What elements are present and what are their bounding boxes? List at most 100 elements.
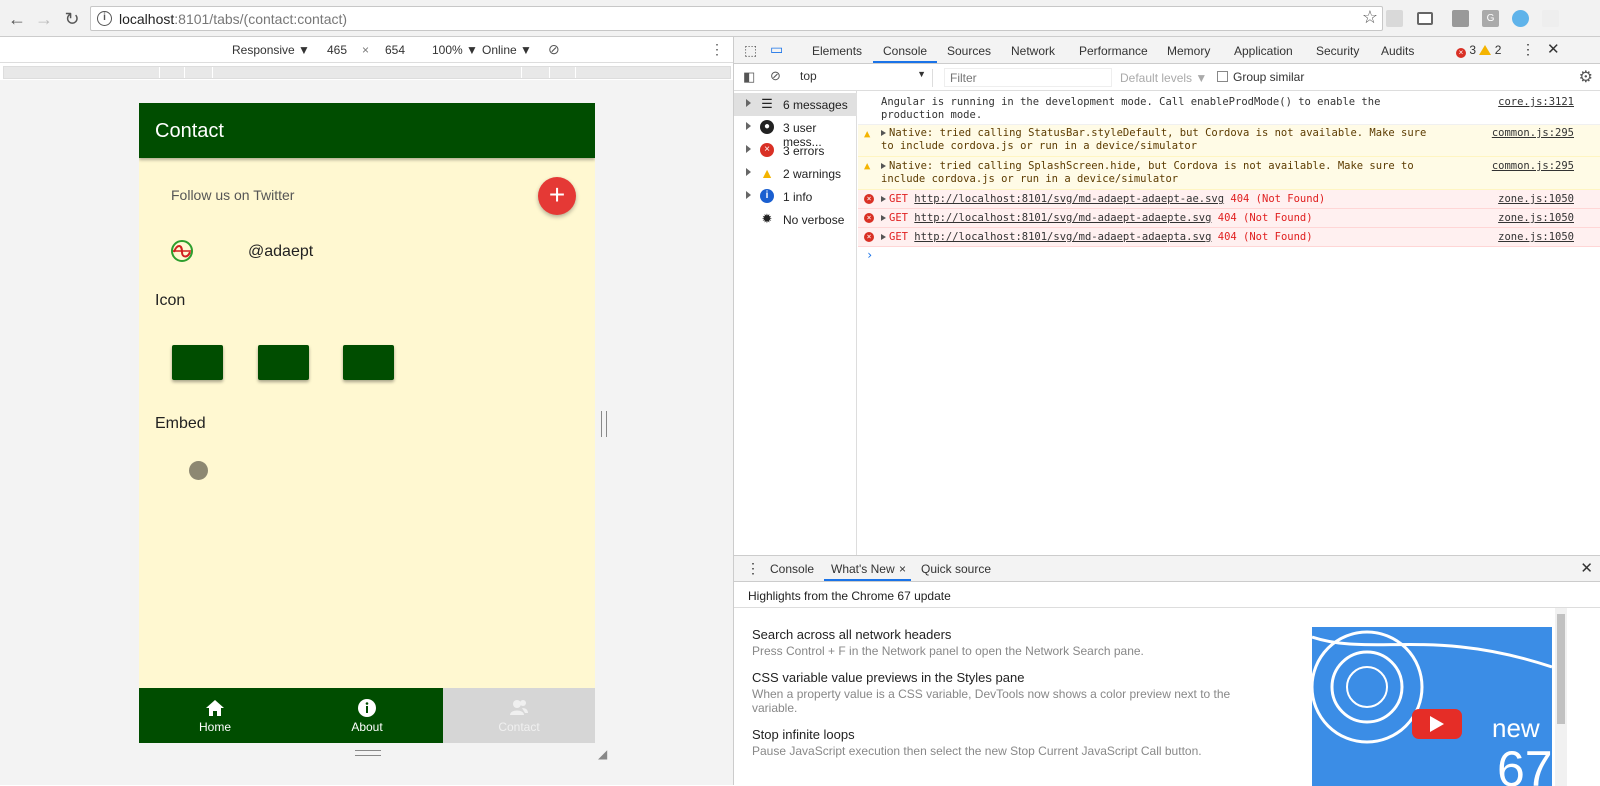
extension-icon[interactable] [1542, 10, 1559, 27]
tab-application[interactable]: Application [1234, 44, 1293, 58]
icon-button-adaepta[interactable] [343, 345, 394, 380]
source-link[interactable]: core.js:3121 [1498, 96, 1574, 109]
context-value: top [800, 69, 817, 83]
resize-corner-icon[interactable]: ◢ [598, 747, 607, 761]
bookmark-star-icon[interactable]: ☆ [1362, 7, 1378, 28]
scrollbar-thumb[interactable] [1557, 614, 1565, 724]
drawer-menu-icon[interactable]: ⋮ [746, 560, 760, 577]
barcode-extension-icon[interactable] [1452, 10, 1469, 27]
drawer-tab-whats-new[interactable]: What's New [831, 562, 895, 576]
cast-icon[interactable] [1417, 12, 1433, 25]
request-url-link[interactable]: http://localhost:8101/svg/md-adaept-adae… [914, 231, 1211, 243]
chrome-67-video-thumbnail[interactable]: new 67 [1312, 627, 1552, 786]
sidebar-toggle-icon[interactable]: ◧ [743, 69, 755, 85]
tab-contact[interactable]: Contact [443, 688, 595, 743]
icon-button-adaepte[interactable] [258, 345, 309, 380]
expand-arrow-icon [746, 99, 751, 107]
twitter-handle-link[interactable]: @adaept [248, 243, 313, 261]
viewport-width-input[interactable]: 465 [327, 43, 347, 57]
url-text[interactable]: localhost:8101/tabs/(contact:contact) [119, 11, 347, 27]
expand-arrow-icon[interactable] [881, 163, 886, 169]
log-levels-select[interactable]: Default levels ▼ [1120, 71, 1207, 85]
request-url-link[interactable]: http://localhost:8101/svg/md-adaept-adae… [914, 193, 1224, 205]
active-tab-indicator [824, 579, 911, 581]
inspect-element-icon[interactable]: ⬚ [744, 42, 757, 59]
issue-counter[interactable]: × 3 2 [1456, 43, 1501, 58]
feature-item[interactable]: CSS variable value previews in the Style… [752, 670, 1272, 715]
console-error: × GET http://localhost:8101/svg/md-adaep… [858, 190, 1600, 209]
sidebar-item-user-messages[interactable]: ● 3 user mess... [734, 116, 857, 149]
tab-security[interactable]: Security [1316, 44, 1359, 58]
add-fab-button[interactable]: + [538, 177, 576, 215]
media-query-ruler[interactable] [3, 66, 731, 79]
close-tab-icon[interactable]: × [899, 562, 906, 576]
info-icon[interactable]: i [97, 11, 112, 26]
viewport-height-input[interactable]: 654 [385, 43, 405, 57]
back-icon[interactable]: ← [6, 8, 28, 30]
device-toggle-icon[interactable]: ▭ [770, 41, 783, 58]
feature-item[interactable]: Stop infinite loops Pause JavaScript exe… [752, 727, 1272, 758]
console-settings-gear-icon[interactable]: ⚙ [1579, 67, 1593, 87]
forward-icon[interactable]: → [33, 8, 55, 30]
tab-sources[interactable]: Sources [947, 44, 991, 58]
sidebar-item-messages[interactable]: ☰ 6 messages [734, 93, 857, 116]
reload-icon[interactable]: ↻ [61, 8, 83, 30]
source-link[interactable]: zone.js:1050 [1498, 231, 1574, 244]
network-throttle-select[interactable]: Online ▼ [482, 43, 532, 57]
source-link[interactable]: zone.js:1050 [1498, 212, 1574, 225]
group-similar-checkbox[interactable]: Group similar [1217, 70, 1304, 84]
zoom-select[interactable]: 100% ▼ [432, 43, 478, 57]
tab-elements[interactable]: Elements [812, 44, 862, 58]
embed-heading: Embed [155, 415, 206, 432]
expand-arrow-icon[interactable] [881, 215, 886, 221]
tab-about[interactable]: About [291, 688, 443, 743]
sidebar-item-label: No verbose [783, 213, 845, 227]
expand-arrow-icon[interactable] [881, 234, 886, 240]
request-status: 404 (Not Found) [1217, 231, 1313, 243]
close-drawer-icon[interactable]: ✕ [1580, 559, 1593, 577]
source-link[interactable]: common.js:295 [1492, 160, 1574, 173]
tab-console[interactable]: Console [883, 44, 927, 58]
source-link[interactable]: common.js:295 [1492, 127, 1574, 140]
pdf-extension-icon[interactable] [1386, 10, 1403, 27]
tab-network[interactable]: Network [1011, 44, 1055, 58]
sidebar-item-verbose[interactable]: ✹ No verbose [734, 208, 857, 231]
home-icon [206, 700, 224, 716]
address-bar[interactable]: i localhost:8101/tabs/(contact:contact) … [90, 6, 1383, 31]
devtools-menu-icon[interactable]: ⋮ [1521, 41, 1535, 58]
grammarly-extension-icon[interactable]: G [1482, 10, 1499, 27]
resize-handle-right[interactable] [601, 411, 607, 437]
icon-button-ae[interactable] [172, 345, 223, 380]
context-select[interactable]: top ▼ [800, 69, 933, 87]
rotate-icon[interactable]: ⊘ [548, 41, 560, 58]
console-filter-input[interactable] [944, 68, 1112, 87]
sidebar-item-errors[interactable]: × 3 errors [734, 139, 857, 162]
more-options-icon[interactable]: ⋮ [710, 41, 724, 58]
drawer-scrollbar[interactable] [1555, 608, 1567, 786]
console-prompt-icon[interactable]: › [866, 248, 873, 262]
tab-home[interactable]: Home [139, 688, 291, 743]
device-mode-select[interactable]: Responsive ▼ [232, 43, 310, 57]
adaept-logo-icon[interactable] [169, 238, 195, 264]
tab-audits[interactable]: Audits [1381, 44, 1414, 58]
error-icon: × [864, 194, 874, 204]
close-devtools-icon[interactable]: ✕ [1547, 40, 1560, 58]
request-status: 404 (Not Found) [1217, 212, 1313, 224]
request-url-link[interactable]: http://localhost:8101/svg/md-adaept-adae… [914, 212, 1211, 224]
sidebar-item-warnings[interactable]: ▲ 2 warnings [734, 162, 857, 185]
bug-icon: ✹ [761, 211, 773, 226]
clear-console-icon[interactable]: ⊘ [770, 68, 781, 84]
expand-arrow-icon[interactable] [881, 196, 886, 202]
source-link[interactable]: zone.js:1050 [1498, 193, 1574, 206]
cloud-extension-icon[interactable] [1512, 10, 1529, 27]
checkbox-icon [1217, 71, 1228, 82]
expand-arrow-icon[interactable] [881, 130, 886, 136]
drawer-tab-quick-source[interactable]: Quick source [921, 562, 991, 576]
sidebar-item-info[interactable]: i 1 info [734, 185, 857, 208]
resize-handle-bottom[interactable] [355, 750, 381, 756]
tab-memory[interactable]: Memory [1167, 44, 1210, 58]
tab-performance[interactable]: Performance [1079, 44, 1148, 58]
drawer-tab-console[interactable]: Console [770, 562, 814, 576]
feature-item[interactable]: Search across all network headers Press … [752, 627, 1272, 658]
console-warning: ▲ Native: tried calling StatusBar.styleD… [858, 125, 1600, 157]
